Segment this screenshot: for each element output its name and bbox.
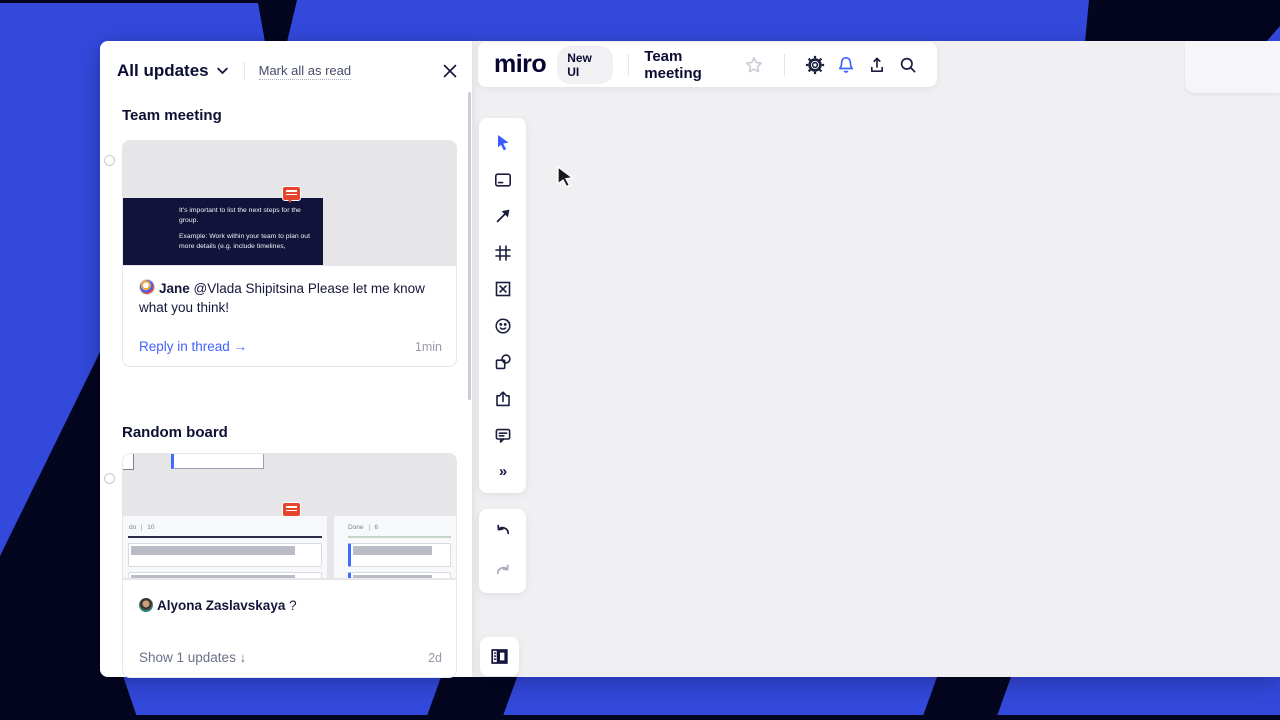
undo-icon[interactable] xyxy=(485,513,521,550)
thumbnail-shape xyxy=(123,454,134,470)
settings-gear-icon[interactable] xyxy=(800,48,831,82)
card-footer: Show 1 updates ↓ 2d xyxy=(139,650,442,665)
notifications-bell-icon[interactable] xyxy=(831,48,862,82)
upload-tool-icon[interactable] xyxy=(485,381,521,418)
notification-card[interactable]: do 10 Done 6 Alyona Zaslavskaya ? Show 1… xyxy=(122,453,457,678)
shapes-tool-icon[interactable] xyxy=(485,344,521,381)
divider xyxy=(243,62,245,80)
timestamp: 1min xyxy=(414,339,442,354)
close-panel-button[interactable] xyxy=(442,63,458,79)
search-icon[interactable] xyxy=(892,48,923,82)
partial-panel xyxy=(1185,41,1280,93)
updates-filter-dropdown[interactable]: All updates xyxy=(117,61,228,81)
board-section-title[interactable]: Random board xyxy=(122,424,228,441)
more-tools-icon[interactable]: » xyxy=(485,454,521,491)
reply-in-thread-link[interactable]: Reply in thread → xyxy=(139,339,247,354)
thumbnail-shape xyxy=(171,454,264,469)
notifications-header: All updates Mark all as read xyxy=(117,53,458,89)
miro-logo[interactable]: miro xyxy=(494,52,547,77)
kanban-column: do 10 xyxy=(123,516,327,578)
card-footer: Reply in thread → 1min xyxy=(139,339,442,354)
show-updates-button[interactable]: Show 1 updates ↓ xyxy=(139,650,246,665)
timestamp: 2d xyxy=(428,650,442,665)
screen: miro New UI Team meeting » All updates M… xyxy=(0,0,1280,720)
notification-text: Alyona Zaslavskaya ? xyxy=(123,580,456,615)
top-bar: miro New UI Team meeting xyxy=(478,42,937,87)
frame-tool-icon[interactable] xyxy=(485,235,521,272)
tools-toolbar: » xyxy=(479,118,526,493)
unread-indicator[interactable] xyxy=(104,473,115,484)
comment-badge-icon xyxy=(282,186,301,203)
notification-message: ? xyxy=(289,598,297,613)
unread-indicator[interactable] xyxy=(104,155,115,166)
notifications-panel: All updates Mark all as read Team meetin… xyxy=(100,41,472,678)
sticky-note-preview: It's important to list the next steps fo… xyxy=(123,198,323,265)
author-name: Jane xyxy=(159,281,190,296)
sticker-tool-icon[interactable] xyxy=(485,308,521,345)
panel-scrollbar[interactable] xyxy=(468,92,471,400)
close-icon xyxy=(443,64,457,78)
comment-tool-icon[interactable] xyxy=(485,417,521,454)
mouse-cursor xyxy=(557,166,579,190)
templates-card-icon[interactable] xyxy=(485,162,521,199)
divider xyxy=(628,53,630,76)
notification-text: Jane @Vlada Shipitsina Please let me kno… xyxy=(123,266,456,317)
image-tool-icon[interactable] xyxy=(485,271,521,308)
mark-all-read-button[interactable]: Mark all as read xyxy=(258,63,352,80)
arrow-tool-icon[interactable] xyxy=(485,198,521,235)
divider xyxy=(784,53,786,76)
select-tool-icon[interactable] xyxy=(485,125,521,162)
star-icon[interactable] xyxy=(738,48,769,82)
frames-panel-button[interactable] xyxy=(480,637,519,676)
avatar xyxy=(139,598,153,612)
board-section-title[interactable]: Team meeting xyxy=(122,107,222,124)
kanban-column: Done 6 xyxy=(334,516,456,578)
board-title[interactable]: Team meeting xyxy=(644,48,734,82)
undo-redo-panel xyxy=(479,509,526,593)
new-ui-badge: New UI xyxy=(557,45,614,84)
miro-app-window[interactable]: miro New UI Team meeting » All updates M… xyxy=(100,41,1280,678)
updates-filter-label: All updates xyxy=(117,61,209,80)
notification-card[interactable]: It's important to list the next steps fo… xyxy=(122,140,457,367)
chevron-down-icon xyxy=(216,67,228,75)
export-share-icon[interactable] xyxy=(862,48,893,82)
avatar xyxy=(139,279,155,295)
redo-icon[interactable] xyxy=(485,553,521,590)
author-name: Alyona Zaslavskaya xyxy=(157,598,286,613)
comment-badge-icon xyxy=(282,502,301,519)
board-thumbnail: It's important to list the next steps fo… xyxy=(123,141,456,266)
board-thumbnail: do 10 Done 6 xyxy=(123,454,456,580)
